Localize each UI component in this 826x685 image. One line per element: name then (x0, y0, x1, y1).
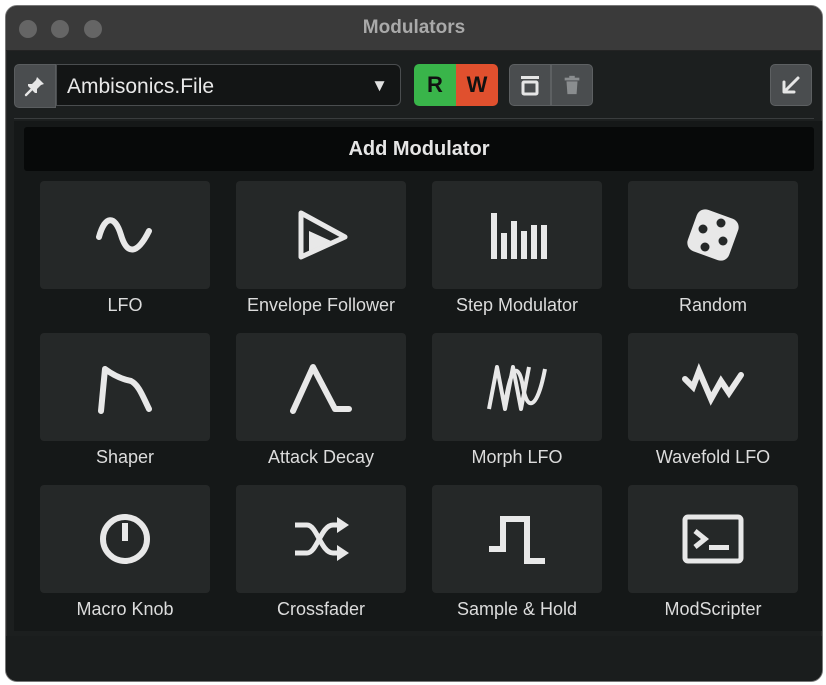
read-automation-button[interactable]: R (414, 64, 456, 106)
modulator-tile-attack-decay[interactable]: Attack Decay (236, 333, 406, 473)
modulator-tile-random[interactable]: Random (628, 181, 798, 321)
toolbar: Ambisonics.File ▼ R W (14, 64, 814, 108)
terminal-icon (682, 514, 744, 564)
envelope-follower-icon (298, 210, 348, 260)
attack-decay-icon (290, 364, 352, 414)
pin-icon (24, 77, 44, 97)
modulator-tile-wavefold-lfo[interactable]: Wavefold LFO (628, 333, 798, 473)
modulator-tile-step-modulator[interactable]: Step Modulator (432, 181, 602, 321)
modulators-window: Modulators Ambisonics.File ▼ R W Add Mod… (5, 5, 823, 682)
pin-button[interactable] (14, 64, 56, 108)
modulator-tile-envelope-follower[interactable]: Envelope Follower (236, 181, 406, 321)
sine-wave-icon (96, 217, 152, 253)
dice-icon (687, 209, 739, 261)
trash-icon (564, 75, 580, 95)
modulator-tile-shaper[interactable]: Shaper (40, 333, 210, 473)
modulator-tile-morph-lfo[interactable]: Morph LFO (432, 333, 602, 473)
modulator-grid: LFO Envelope Follower Step Modulator Ran… (14, 121, 822, 631)
modulator-label: Random (678, 295, 748, 315)
wavefold-icon (682, 362, 744, 406)
collapse-button[interactable] (770, 64, 812, 106)
delete-button[interactable] (551, 64, 593, 106)
sample-hold-icon (489, 516, 545, 564)
add-modulator-panel: Add Modulator LFO Envelope Follower Step… (14, 121, 822, 631)
bottom-bar (6, 636, 822, 681)
step-bars-icon (491, 213, 547, 259)
arrow-down-left-icon (782, 76, 800, 94)
modulator-label: Attack Decay (267, 447, 375, 467)
modulator-tile-lfo[interactable]: LFO (40, 181, 210, 321)
dropdown-arrow-icon: ▼ (371, 76, 388, 95)
window-title: Modulators (362, 17, 466, 38)
bypass-icon (521, 76, 539, 96)
modulator-label: ModScripter (664, 599, 762, 619)
modulator-label: Step Modulator (455, 295, 579, 315)
bypass-button[interactable] (509, 64, 551, 106)
morph-wave-icon (487, 365, 547, 411)
modulator-label: Shaper (95, 447, 155, 467)
shaper-curve-icon (98, 366, 152, 414)
preset-selector[interactable]: Ambisonics.File ▼ (56, 64, 401, 106)
modulator-label: Morph LFO (471, 447, 563, 467)
divider (14, 118, 814, 119)
modulator-tile-modscripter[interactable]: ModScripter (628, 485, 798, 625)
modulator-label: Crossfader (276, 599, 366, 619)
modulator-label: Envelope Follower (246, 295, 396, 315)
modulator-label: Sample & Hold (456, 599, 578, 619)
modulator-label: Macro Knob (76, 599, 174, 619)
title-bar: Modulators (6, 6, 822, 51)
modulator-tile-macro-knob[interactable]: Macro Knob (40, 485, 210, 625)
modulator-label: LFO (107, 295, 143, 315)
write-automation-button[interactable]: W (456, 64, 498, 106)
modulator-tile-sample-hold[interactable]: Sample & Hold (432, 485, 602, 625)
modulator-tile-crossfader[interactable]: Crossfader (236, 485, 406, 625)
modulator-label: Wavefold LFO (655, 447, 771, 467)
knob-icon (100, 514, 150, 564)
crossfade-shuffle-icon (295, 517, 349, 561)
preset-name: Ambisonics.File (67, 75, 215, 98)
